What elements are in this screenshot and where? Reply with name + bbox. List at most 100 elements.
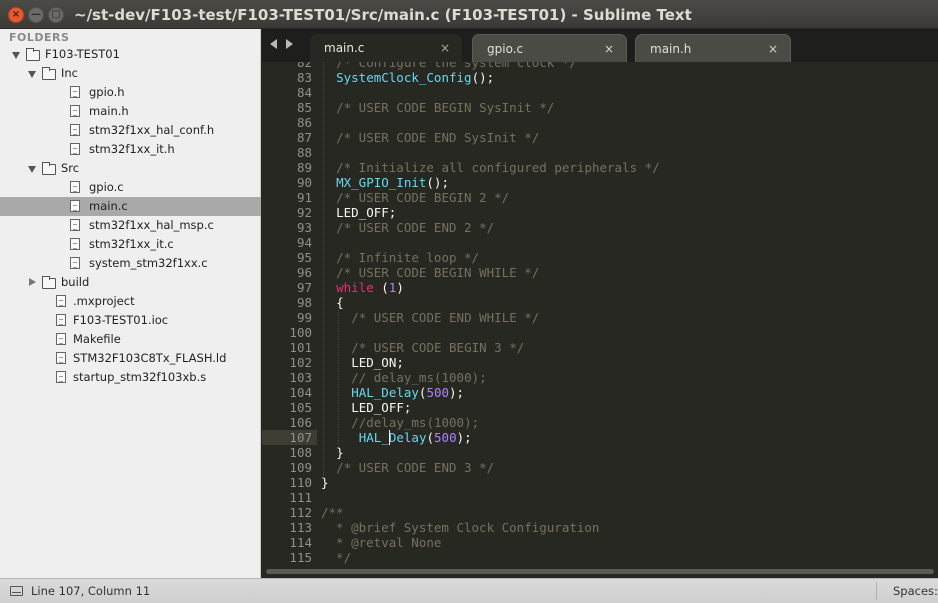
code-token: ) [396,280,404,295]
horizontal-scrollbar[interactable] [262,566,938,578]
folders-header: FOLDERS [9,31,70,44]
gutter-line: 106 [262,415,328,430]
tree-item-label: Src [61,161,80,175]
tree-item-label: gpio.c [89,180,124,194]
folder-item[interactable]: F103-TEST01 [0,45,261,64]
line-number: 85 [296,100,312,115]
gutter-line: 99 [262,310,328,325]
folder-icon [42,162,56,175]
gutter-line: 110 [262,475,328,490]
code-line: /* USER CODE BEGIN WHILE */ [336,265,539,280]
tab-close-icon[interactable]: × [440,41,450,55]
expanded-arrow-icon[interactable] [28,71,36,78]
indentation-setting[interactable]: Spaces: 4 [893,584,938,598]
file-item[interactable]: system_stm32f1xx.c [0,254,261,273]
tree-item-label: stm32f1xx_it.c [89,237,174,251]
file-item[interactable]: Makefile [0,330,261,349]
gutter-line: 98 [262,295,328,310]
file-item[interactable]: gpio.c [0,178,261,197]
tree-item-label: F103-TEST01.ioc [73,313,169,327]
tree-item-label: main.c [89,199,128,213]
file-icon [56,295,66,307]
code-line: /* Infinite loop */ [336,250,479,265]
tab-main-c[interactable]: main.c × [310,34,462,62]
tree-item-label: stm32f1xx_hal_conf.h [89,123,215,137]
gutter-line: 96 [262,265,328,280]
tab-close-icon[interactable]: × [604,42,614,56]
line-number: 100 [289,325,312,340]
gutter-line: 88 [262,145,328,160]
expanded-arrow-icon[interactable] [12,52,20,59]
folder-item[interactable]: Inc [0,64,261,83]
window-title: ~/st-dev/F103-test/F103-TEST01/Src/main.… [74,6,692,24]
tab-label: gpio.c [487,42,524,56]
code-token: SystemClock_Config [336,70,472,85]
code-line: /* USER CODE BEGIN 3 */ [351,340,524,355]
gutter-line: 94 [262,235,328,250]
gutter-line: 86 [262,115,328,130]
line-number: 103 [289,370,312,385]
gutter-line: 112 [262,505,328,520]
line-number: 115 [289,550,312,565]
file-item[interactable]: F103-TEST01.ioc [0,311,261,330]
file-item[interactable]: startup_stm32f103xb.s [0,368,261,387]
tab-bar: main.c × gpio.c × main.h × [262,29,938,62]
file-item[interactable]: main.h [0,102,261,121]
line-number: 86 [296,115,312,130]
gutter-line: 100 [262,325,328,340]
tree-item-label: startup_stm32f103xb.s [73,370,207,384]
code-token: /* USER CODE END 2 */ [336,220,495,235]
line-number: 107 [289,430,312,445]
file-item[interactable]: stm32f1xx_hal_msp.c [0,216,261,235]
line-number: 114 [289,535,312,550]
scrollbar-thumb[interactable] [266,569,934,574]
close-window-button[interactable]: × [8,7,24,23]
folder-icon [26,48,40,61]
line-number: 102 [289,355,312,370]
tree-item-label: main.h [89,104,129,118]
file-item[interactable]: stm32f1xx_it.c [0,235,261,254]
code-token: HAL_Delay [358,430,427,445]
tab-gpio-c[interactable]: gpio.c × [472,34,627,62]
code-line: SystemClock_Config(); [336,70,494,85]
tree-item-label: gpio.h [89,85,125,99]
code-token: /* USER CODE BEGIN 2 */ [336,190,510,205]
code-token: ); [456,430,472,445]
minimize-window-button[interactable]: — [28,7,44,23]
code-token: } [336,445,344,460]
code-token: LED_ON; [351,355,404,370]
tab-close-icon[interactable]: × [768,42,778,56]
code-token: MX_GPIO_Init [336,175,427,190]
collapsed-arrow-icon[interactable] [29,278,36,286]
code-line: /* USER CODE END 3 */ [336,460,494,475]
file-item[interactable]: gpio.h [0,83,261,102]
panel-toggle-icon[interactable] [10,586,23,596]
tree-item-label: .mxproject [73,294,135,308]
line-number: 94 [296,235,312,250]
code-line: //delay_ms(1000); [351,415,479,430]
line-number: 112 [289,505,312,520]
tab-main-h[interactable]: main.h × [635,34,791,62]
expanded-arrow-icon[interactable] [28,166,36,173]
line-number: 91 [296,190,312,205]
gutter-line: 109 [262,460,328,475]
tree-item-label: stm32f1xx_hal_msp.c [89,218,214,232]
line-number: 97 [296,280,312,295]
line-number: 111 [289,490,312,505]
file-item[interactable]: main.c [0,197,261,216]
file-item[interactable]: STM32F103C8Tx_FLASH.ld [0,349,261,368]
maximize-window-button[interactable]: □ [48,7,64,23]
file-item[interactable]: .mxproject [0,292,261,311]
gutter-line: 114 [262,535,328,550]
file-item[interactable]: stm32f1xx_it.h [0,140,261,159]
tab-scroll-left-icon[interactable] [270,39,277,49]
tab-scroll-right-icon[interactable] [286,39,293,49]
code-line: /** [321,505,344,520]
code-line: * @retval None [321,535,441,550]
folder-item[interactable]: build [0,273,261,292]
folder-item[interactable]: Src [0,159,261,178]
code-editor[interactable]: 82 /* Configure the system clock */ 83 Syst… [262,62,938,566]
code-token: /* Configure the system clock */ [336,62,577,70]
file-item[interactable]: stm32f1xx_hal_conf.h [0,121,261,140]
code-line: } [321,475,329,490]
